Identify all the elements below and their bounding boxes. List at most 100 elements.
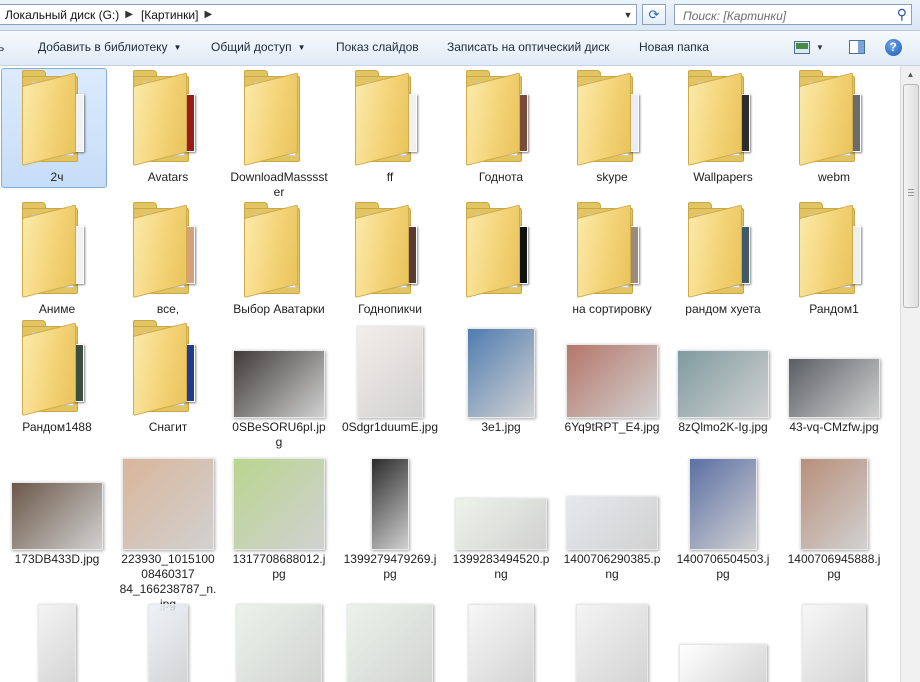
folder-item[interactable]: skype: [559, 70, 665, 185]
item-label: 1399279479269.jpg: [343, 552, 437, 581]
grip-line: [908, 195, 914, 196]
image-thumbnail: [337, 598, 443, 682]
folder-item[interactable]: [448, 202, 554, 302]
folder-item[interactable]: 2ч: [1, 68, 110, 188]
search-box[interactable]: ⚲: [674, 4, 912, 25]
file-item[interactable]: [226, 598, 332, 682]
file-item[interactable]: [781, 598, 887, 682]
scroll-up-arrow-icon[interactable]: ▲: [904, 68, 917, 81]
file-grid: 2ч Avatars DownloadMasssster ff Годнота skype…: [0, 66, 900, 682]
new-folder-button[interactable]: Новая папка: [639, 40, 709, 54]
item-label: Аниме: [38, 302, 76, 316]
item-label: 1400706945888.jpg: [787, 552, 881, 581]
image-thumbnail: [4, 452, 110, 552]
breadcrumb-separator-icon[interactable]: ▶: [202, 9, 214, 20]
search-input[interactable]: [681, 6, 885, 25]
help-button[interactable]: ?: [883, 38, 903, 56]
folder-item[interactable]: DownloadMasssster: [226, 70, 332, 200]
image-thumbnail: [226, 320, 332, 420]
command-bar: ь Добавить в библиотеку ▼ Общий доступ ▼ П…: [0, 31, 920, 66]
file-item[interactable]: 1400706945888.jpg: [781, 452, 887, 582]
folder-item[interactable]: Снагит: [115, 320, 221, 435]
add-to-library-label: Добавить в библиотеку: [38, 40, 168, 54]
file-item[interactable]: 6Yq9tRPT_E4.jpg: [559, 320, 665, 435]
folder-item[interactable]: Выбор Аватарки: [226, 202, 332, 317]
preview-pane-button[interactable]: [847, 38, 867, 56]
breadcrumb-separator-icon[interactable]: ▶: [123, 9, 135, 20]
change-view-button[interactable]: ▼: [794, 38, 824, 56]
folder-item[interactable]: Рандом1: [781, 202, 887, 317]
folder-item[interactable]: рандом хуета: [670, 202, 776, 317]
file-item[interactable]: 1399279479269.jpg: [337, 452, 443, 582]
file-item[interactable]: 1317708688012.jpg: [226, 452, 332, 582]
file-item[interactable]: [337, 598, 443, 682]
file-item[interactable]: [4, 598, 110, 682]
folder-icon: [226, 202, 332, 302]
file-item[interactable]: 1400706504503.jpg: [670, 452, 776, 582]
file-item[interactable]: [448, 598, 554, 682]
item-label: 1400706290385.png: [563, 552, 661, 581]
image-thumbnail: [670, 598, 776, 682]
scrollbar-thumb[interactable]: [903, 84, 919, 308]
share-button[interactable]: Общий доступ ▼: [211, 40, 306, 54]
item-label: 2ч: [50, 170, 64, 184]
folder-item[interactable]: Avatars: [115, 70, 221, 185]
folder-item[interactable]: все,: [115, 202, 221, 317]
item-label: 173DB433D.jpg: [14, 552, 100, 566]
file-item[interactable]: 223930_101510008460317 84_166238787_n.jp…: [115, 452, 221, 612]
file-item[interactable]: 3e1.jpg: [448, 320, 554, 435]
search-icon[interactable]: ⚲: [897, 6, 907, 23]
folder-item[interactable]: Годнота: [448, 70, 554, 185]
address-history-dropdown-icon[interactable]: ▼: [620, 5, 636, 24]
item-label: 1399283494520.png: [452, 552, 550, 581]
file-item[interactable]: 173DB433D.jpg: [4, 452, 110, 567]
item-label: 3e1.jpg: [481, 420, 521, 434]
folder-icon: [448, 70, 554, 170]
item-label: webm: [817, 170, 850, 184]
folder-item[interactable]: на сортировку: [559, 202, 665, 317]
image-thumbnail: [781, 598, 887, 682]
breadcrumb-drive[interactable]: Локальный диск (G:): [0, 8, 123, 22]
folder-icon: [4, 320, 110, 420]
folder-icon: [781, 70, 887, 170]
image-thumbnail: [226, 452, 332, 552]
vertical-scrollbar[interactable]: ▲: [900, 66, 920, 682]
preview-pane-icon: [849, 40, 865, 54]
folder-item[interactable]: Аниме: [4, 202, 110, 317]
item-label: Годнопикчи: [358, 302, 422, 316]
file-item[interactable]: [115, 598, 221, 682]
folder-icon: [115, 320, 221, 420]
folder-item[interactable]: Wallpapers: [670, 70, 776, 185]
file-item[interactable]: 43-vq-CMzfw.jpg: [781, 320, 887, 435]
file-item[interactable]: [670, 598, 776, 682]
image-thumbnail: [559, 320, 665, 420]
file-item[interactable]: 0Sdgr1duumE.jpg: [337, 320, 443, 435]
slideshow-button[interactable]: Показ слайдов: [336, 40, 419, 54]
folder-item[interactable]: webm: [781, 70, 887, 185]
file-item[interactable]: 1400706290385.png: [559, 452, 665, 582]
image-thumbnail: [448, 598, 554, 682]
chevron-down-icon: ▼: [816, 42, 824, 52]
image-thumbnail: [226, 598, 332, 682]
folder-item[interactable]: Годнопикчи: [337, 202, 443, 317]
image-thumbnail: [337, 452, 443, 552]
file-item[interactable]: 1399283494520.png: [448, 452, 554, 582]
burn-disc-button[interactable]: Записать на оптический диск: [447, 40, 610, 54]
folder-item[interactable]: ff: [337, 70, 443, 185]
folder-item[interactable]: Рандом1488: [4, 320, 110, 435]
add-to-library-button[interactable]: Добавить в библиотеку ▼: [38, 40, 181, 54]
refresh-button[interactable]: ⟳: [642, 4, 666, 25]
image-thumbnail: [559, 452, 665, 552]
item-label: 0Sdgr1duumE.jpg: [341, 420, 439, 434]
file-item[interactable]: [559, 598, 665, 682]
file-item[interactable]: 8zQlmo2K-Ig.jpg: [670, 320, 776, 435]
image-thumbnail: [781, 452, 887, 552]
breadcrumb-folder[interactable]: [Картинки]: [135, 8, 203, 22]
image-thumbnail: [115, 598, 221, 682]
folder-icon: [559, 202, 665, 302]
organize-button-fragment[interactable]: ь: [0, 40, 4, 54]
item-label: 1400706504503.jpg: [676, 552, 770, 581]
item-label: Снагит: [148, 420, 188, 434]
address-field[interactable]: Локальный диск (G:) ▶ [Картинки] ▶ ▼: [0, 4, 637, 25]
file-item[interactable]: 0SBeSORU6pI.jpg: [226, 320, 332, 450]
